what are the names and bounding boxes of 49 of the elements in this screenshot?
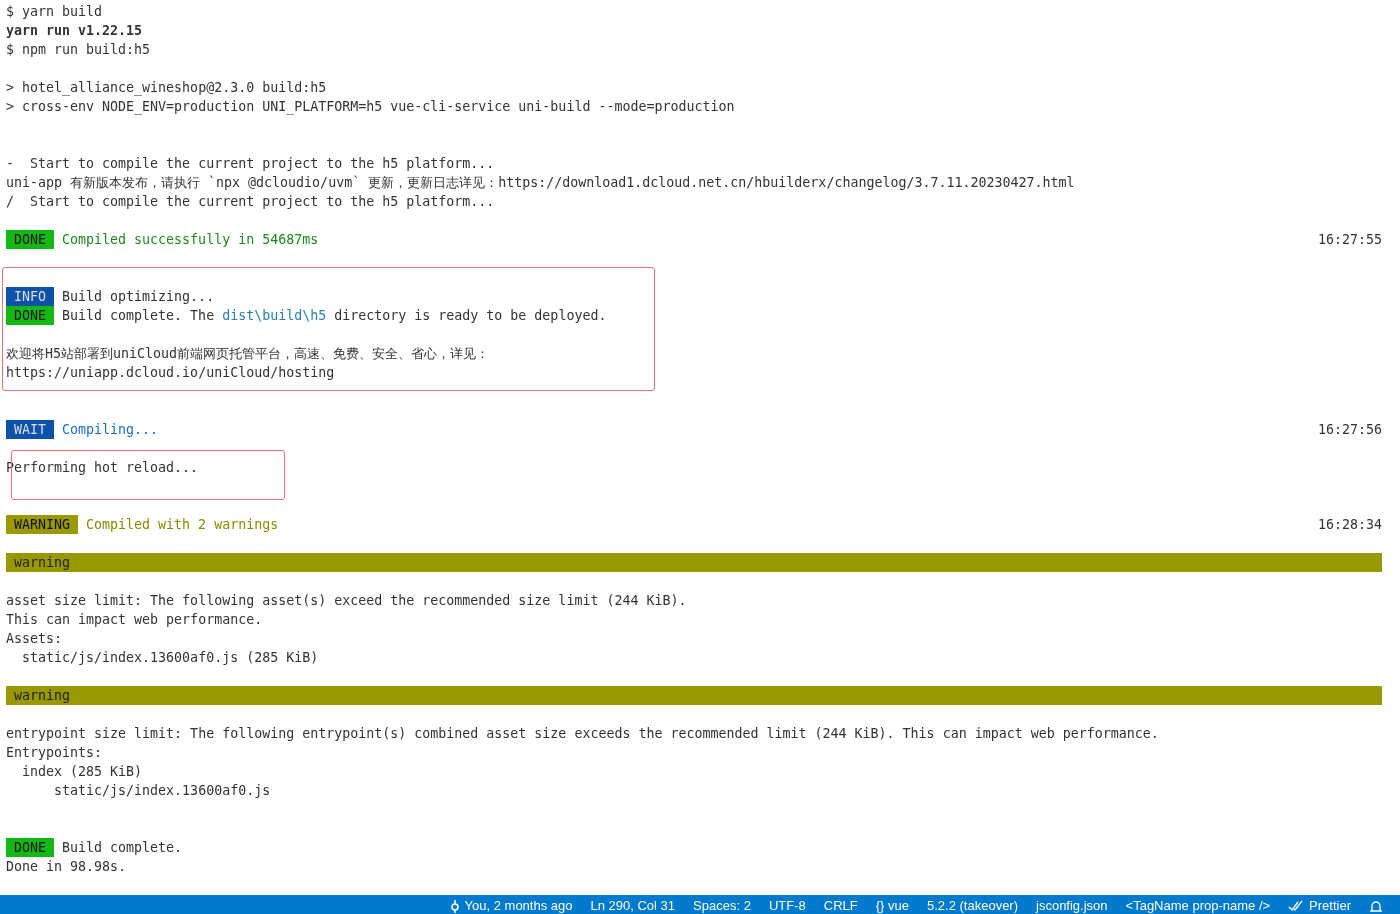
terminal-line: $ yarn build: [6, 4, 103, 19]
status-item[interactable]: 5.2.2 (takeover): [926, 898, 1018, 914]
terminal-line: Done in 98.98s.: [6, 859, 127, 874]
double-check-icon: [1288, 900, 1305, 912]
warning-banner: warning: [6, 553, 1382, 572]
status-item[interactable]: CRLF: [823, 898, 858, 914]
timestamp: 16:27:55: [1317, 232, 1382, 247]
terminal-line: uni-app 有新版本发布，请执行 `npx @dcloudio/uvm` 更新，更新日志详见：https://download1.dcloud.net.cn/hbuilderx/changelog/3.7.11.20230427.html: [6, 173, 1075, 192]
terminal-line: > cross-env NODE_ENV=production UNI_PLATFORM=h5 vue-cli-service uni-build --mode=production: [6, 99, 735, 114]
timestamp: 16:27:56: [1317, 422, 1382, 437]
status-tag: DONE: [6, 838, 55, 857]
terminal-line: This can impact web performance.: [6, 612, 263, 627]
terminal-line: / Start to compile the current project to the h5 platform...: [6, 194, 495, 209]
terminal-line: Compiling...: [62, 422, 159, 437]
status-item[interactable]: UTF-8: [768, 898, 806, 914]
terminal-line: Compiled successfully in 54687ms: [62, 232, 319, 247]
status-item[interactable]: <TagName prop-name />: [1125, 898, 1271, 914]
status-item[interactable]: Prettier: [1309, 898, 1351, 914]
status-item[interactable]: Spaces: 2: [693, 898, 751, 914]
git-commit-icon: [449, 900, 460, 913]
terminal-line: - Start to compile the current project to the h5 platform...: [6, 156, 495, 171]
terminal-line: $ npm run build:h5: [6, 42, 151, 57]
timestamp: 16:28:34: [1317, 517, 1382, 532]
status-item[interactable]: You, 2 months ago: [464, 898, 573, 914]
terminal-line: 欢迎将H5站部署到uniCloud前端网页托管平台，高速、免费、安全、省心，详见：: [6, 344, 490, 363]
terminal-line: yarn run v1.22.15: [6, 23, 143, 38]
terminal-line: static/js/index.13600af0.js: [53, 783, 271, 798]
status-item[interactable]: Ln 290, Col 31: [590, 898, 676, 914]
terminal-line: Assets:: [6, 631, 63, 646]
status-tag: INFO: [6, 287, 55, 306]
status-tag: DONE: [6, 306, 55, 325]
terminal-line: Compiled with 2 warnings: [86, 517, 279, 532]
terminal-line: static/js/index.13600af0.js (285 KiB): [21, 650, 319, 665]
terminal-line: Build complete.: [62, 840, 183, 855]
status-tag: DONE: [6, 230, 55, 249]
terminal-line: index (285 KiB): [21, 764, 143, 779]
terminal-line: asset size limit: The following asset(s) exceed the recommended size limit (244 KiB).: [6, 593, 687, 608]
terminal-line: entrypoint size limit: The following entrypoint(s) combined asset size exceeds the recommended limit (244 KiB). This can impact web performance.: [6, 726, 1159, 741]
warning-banner: warning: [6, 686, 1382, 705]
status-tag: WARNING: [6, 515, 79, 534]
terminal-line: Build complete. The dist\build\h5 directory is ready to be deployed.: [62, 308, 607, 323]
terminal-line: > hotel_alliance_wineshop@2.3.0 build:h5: [6, 80, 327, 95]
terminal-line: Build optimizing...: [62, 289, 215, 304]
terminal-line: Entrypoints:: [6, 745, 103, 760]
status-item[interactable]: {} vue: [875, 898, 909, 914]
bell-icon[interactable]: [1369, 900, 1383, 914]
status-tag: WAIT: [6, 420, 55, 439]
terminal-line: https://uniapp.dcloud.io/uniCloud/hosting: [6, 365, 335, 380]
status-item[interactable]: jsconfig.json: [1036, 898, 1108, 914]
